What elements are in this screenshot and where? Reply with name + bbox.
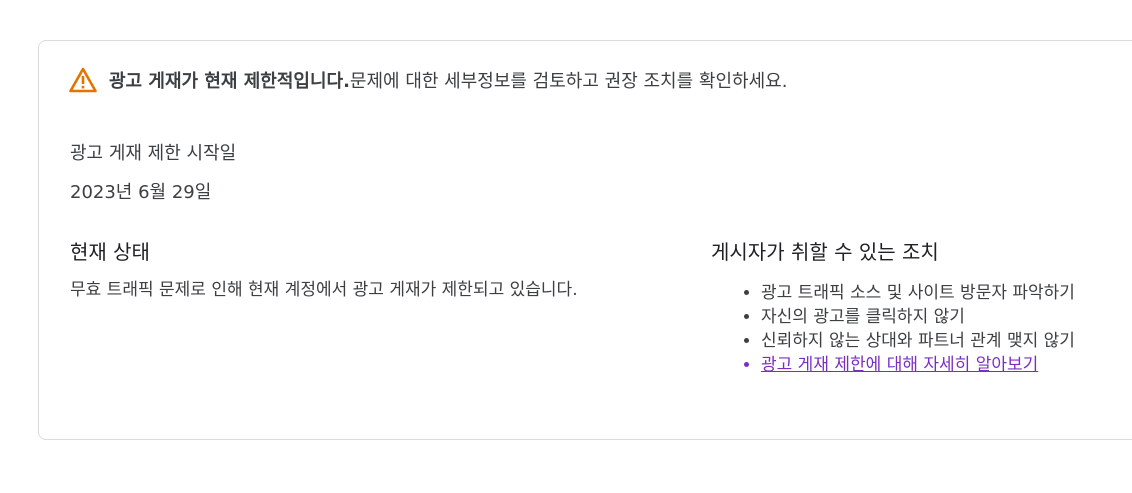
ad-serving-limit-card: 광고 게재가 현재 제한적입니다. 문제에 대한 세부정보를 검토하고 권장 조… — [38, 40, 1132, 440]
learn-more-link[interactable]: 광고 게재 제한에 대해 자세히 알아보기 — [761, 355, 1038, 375]
banner-bold-text: 광고 게재가 현재 제한적입니다. — [109, 71, 350, 92]
action-item: 광고 트래픽 소스 및 사이트 방문자 파악하기 — [761, 281, 1075, 305]
warning-banner: 광고 게재가 현재 제한적입니다. 문제에 대한 세부정보를 검토하고 권장 조… — [69, 67, 787, 93]
banner-text: 문제에 대한 세부정보를 검토하고 권장 조치를 확인하세요. — [349, 71, 788, 92]
current-status-heading: 현재 상태 — [70, 240, 150, 264]
action-item: 자신의 광고를 클릭하지 않기 — [761, 305, 1075, 329]
restriction-start-date: 2023년 6월 29일 — [70, 182, 212, 203]
restriction-start-label: 광고 게재 제한 시작일 — [70, 143, 237, 164]
action-item: 신뢰하지 않는 상대와 파트너 관계 맺지 않기 — [761, 329, 1075, 353]
warning-triangle-icon — [69, 67, 97, 93]
publisher-actions-list: 광고 트래픽 소스 및 사이트 방문자 파악하기 자신의 광고를 클릭하지 않기… — [711, 281, 1075, 377]
publisher-actions-heading: 게시자가 취할 수 있는 조치 — [711, 240, 939, 264]
current-status-text: 무효 트래픽 문제로 인해 현재 계정에서 광고 게재가 제한되고 있습니다. — [70, 280, 578, 300]
learn-more-item: 광고 게재 제한에 대해 자세히 알아보기 — [761, 353, 1075, 377]
